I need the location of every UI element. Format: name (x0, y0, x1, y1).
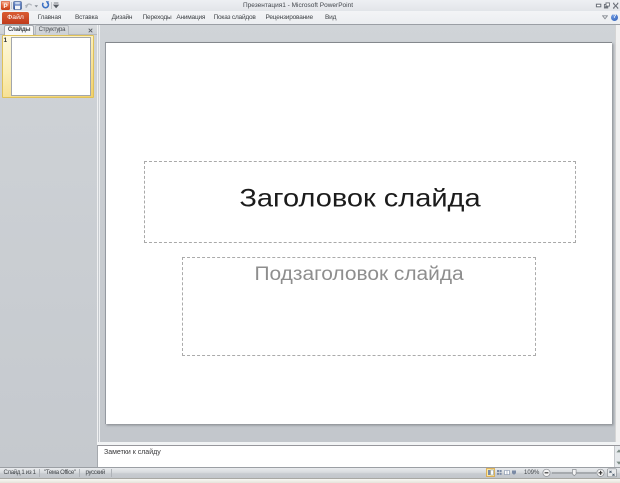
svg-text:P: P (3, 3, 8, 10)
